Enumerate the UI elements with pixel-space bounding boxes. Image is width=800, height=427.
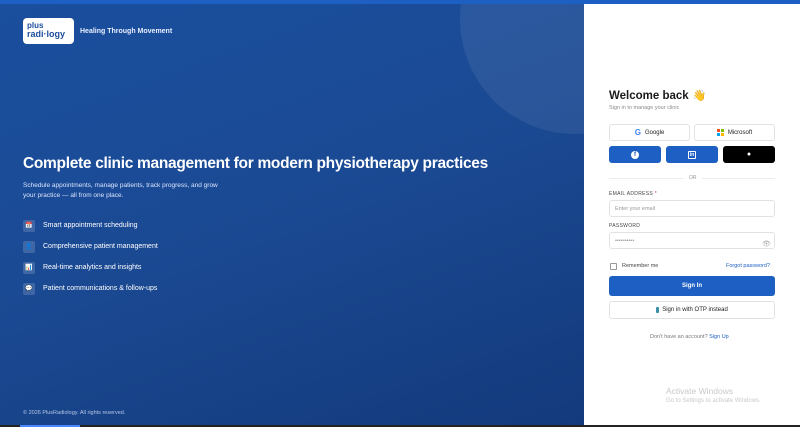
activate-windows-watermark: Activate Windows Go to Settings to activ… bbox=[666, 386, 761, 404]
hero-headline: Complete clinic management for modern ph… bbox=[23, 155, 488, 172]
login-panel: Welcome back 👋 Sign in to manage your cl… bbox=[584, 4, 800, 427]
brand-logo[interactable]: plus radi·logy bbox=[23, 18, 74, 44]
required-marker: * bbox=[654, 191, 657, 197]
brand-tagline: Healing Through Movement bbox=[80, 28, 173, 35]
microsoft-label: Microsoft bbox=[727, 129, 753, 136]
signup-prompt-text: Don't have an account? bbox=[650, 334, 708, 340]
logo-line-2: radi·logy bbox=[27, 29, 66, 39]
message-icon: 💬 bbox=[23, 282, 35, 295]
microsoft-signin-button[interactable]: Microsoft bbox=[694, 124, 775, 141]
feature-item: 👤 Comprehensive patient management bbox=[23, 236, 158, 257]
apple-signin-button[interactable]: ● bbox=[723, 146, 775, 163]
hero-panel: plus radi·logy Healing Through Movement … bbox=[0, 4, 584, 427]
decorative-circle bbox=[460, 4, 584, 134]
email-field[interactable]: Enter your email bbox=[609, 200, 775, 217]
remember-me-label[interactable]: Remember me bbox=[622, 263, 658, 269]
otp-label: Sign in with OTP instead bbox=[662, 307, 728, 313]
copyright-text: © 2026 PlusRadiology. All rights reserve… bbox=[23, 410, 126, 416]
sign-in-button[interactable]: Sign In bbox=[609, 276, 775, 296]
email-label-text: EMAIL ADDRESS bbox=[609, 191, 654, 197]
signup-prompt: Don't have an account? Sign Up bbox=[650, 334, 729, 340]
feature-item: 📅 Smart appointment scheduling bbox=[23, 215, 158, 236]
email-placeholder: Enter your email bbox=[615, 205, 656, 212]
watermark-title: Activate Windows bbox=[666, 386, 734, 396]
facebook-icon: f bbox=[631, 150, 639, 159]
calendar-icon: 📅 bbox=[23, 219, 35, 232]
patients-icon: 👤 bbox=[23, 240, 35, 253]
signup-link[interactable]: Sign Up bbox=[709, 334, 729, 340]
or-label: OR bbox=[684, 175, 702, 181]
watermark-subtitle: Go to Settings to activate Windows. bbox=[666, 398, 761, 404]
login-subtitle: Sign in to manage your clinic bbox=[609, 105, 680, 111]
password-label: PASSWORD bbox=[609, 223, 641, 229]
feature-list: 📅 Smart appointment scheduling 👤 Compreh… bbox=[23, 215, 158, 299]
password-value: •••••••••• bbox=[615, 237, 635, 244]
feature-item: 💬 Patient communications & follow-ups bbox=[23, 278, 158, 299]
google-icon: G bbox=[634, 128, 641, 137]
linkedin-icon: in bbox=[688, 150, 696, 159]
login-title-text: Welcome back bbox=[609, 89, 689, 102]
feature-label: Patient communications & follow-ups bbox=[43, 285, 158, 292]
feature-label: Smart appointment scheduling bbox=[43, 222, 138, 229]
google-label: Google bbox=[644, 129, 665, 136]
feature-label: Comprehensive patient management bbox=[43, 243, 158, 250]
linkedin-signin-button[interactable]: in bbox=[666, 146, 718, 163]
facebook-signin-button[interactable]: f bbox=[609, 146, 661, 163]
forgot-password-link[interactable]: Forgot password? bbox=[726, 263, 770, 269]
microsoft-icon bbox=[716, 129, 724, 136]
apple-icon: ● bbox=[746, 151, 752, 158]
phone-icon bbox=[656, 307, 660, 313]
login-title: Welcome back 👋 bbox=[609, 89, 707, 103]
password-field[interactable]: •••••••••• bbox=[609, 232, 775, 249]
remember-me-checkbox[interactable] bbox=[610, 263, 617, 270]
waving-hand-icon: 👋 bbox=[692, 90, 707, 102]
otp-signin-button[interactable]: Sign in with OTP instead bbox=[609, 301, 775, 319]
feature-item: 📊 Real-time analytics and insights bbox=[23, 257, 158, 278]
hero-subtext: Schedule appointments, manage patients, … bbox=[23, 182, 218, 199]
analytics-icon: 📊 bbox=[23, 261, 35, 274]
feature-label: Real-time analytics and insights bbox=[43, 264, 142, 271]
show-password-icon[interactable]: 👁 bbox=[762, 240, 771, 248]
google-signin-button[interactable]: G Google bbox=[609, 124, 690, 141]
email-label: EMAIL ADDRESS * bbox=[609, 191, 657, 197]
